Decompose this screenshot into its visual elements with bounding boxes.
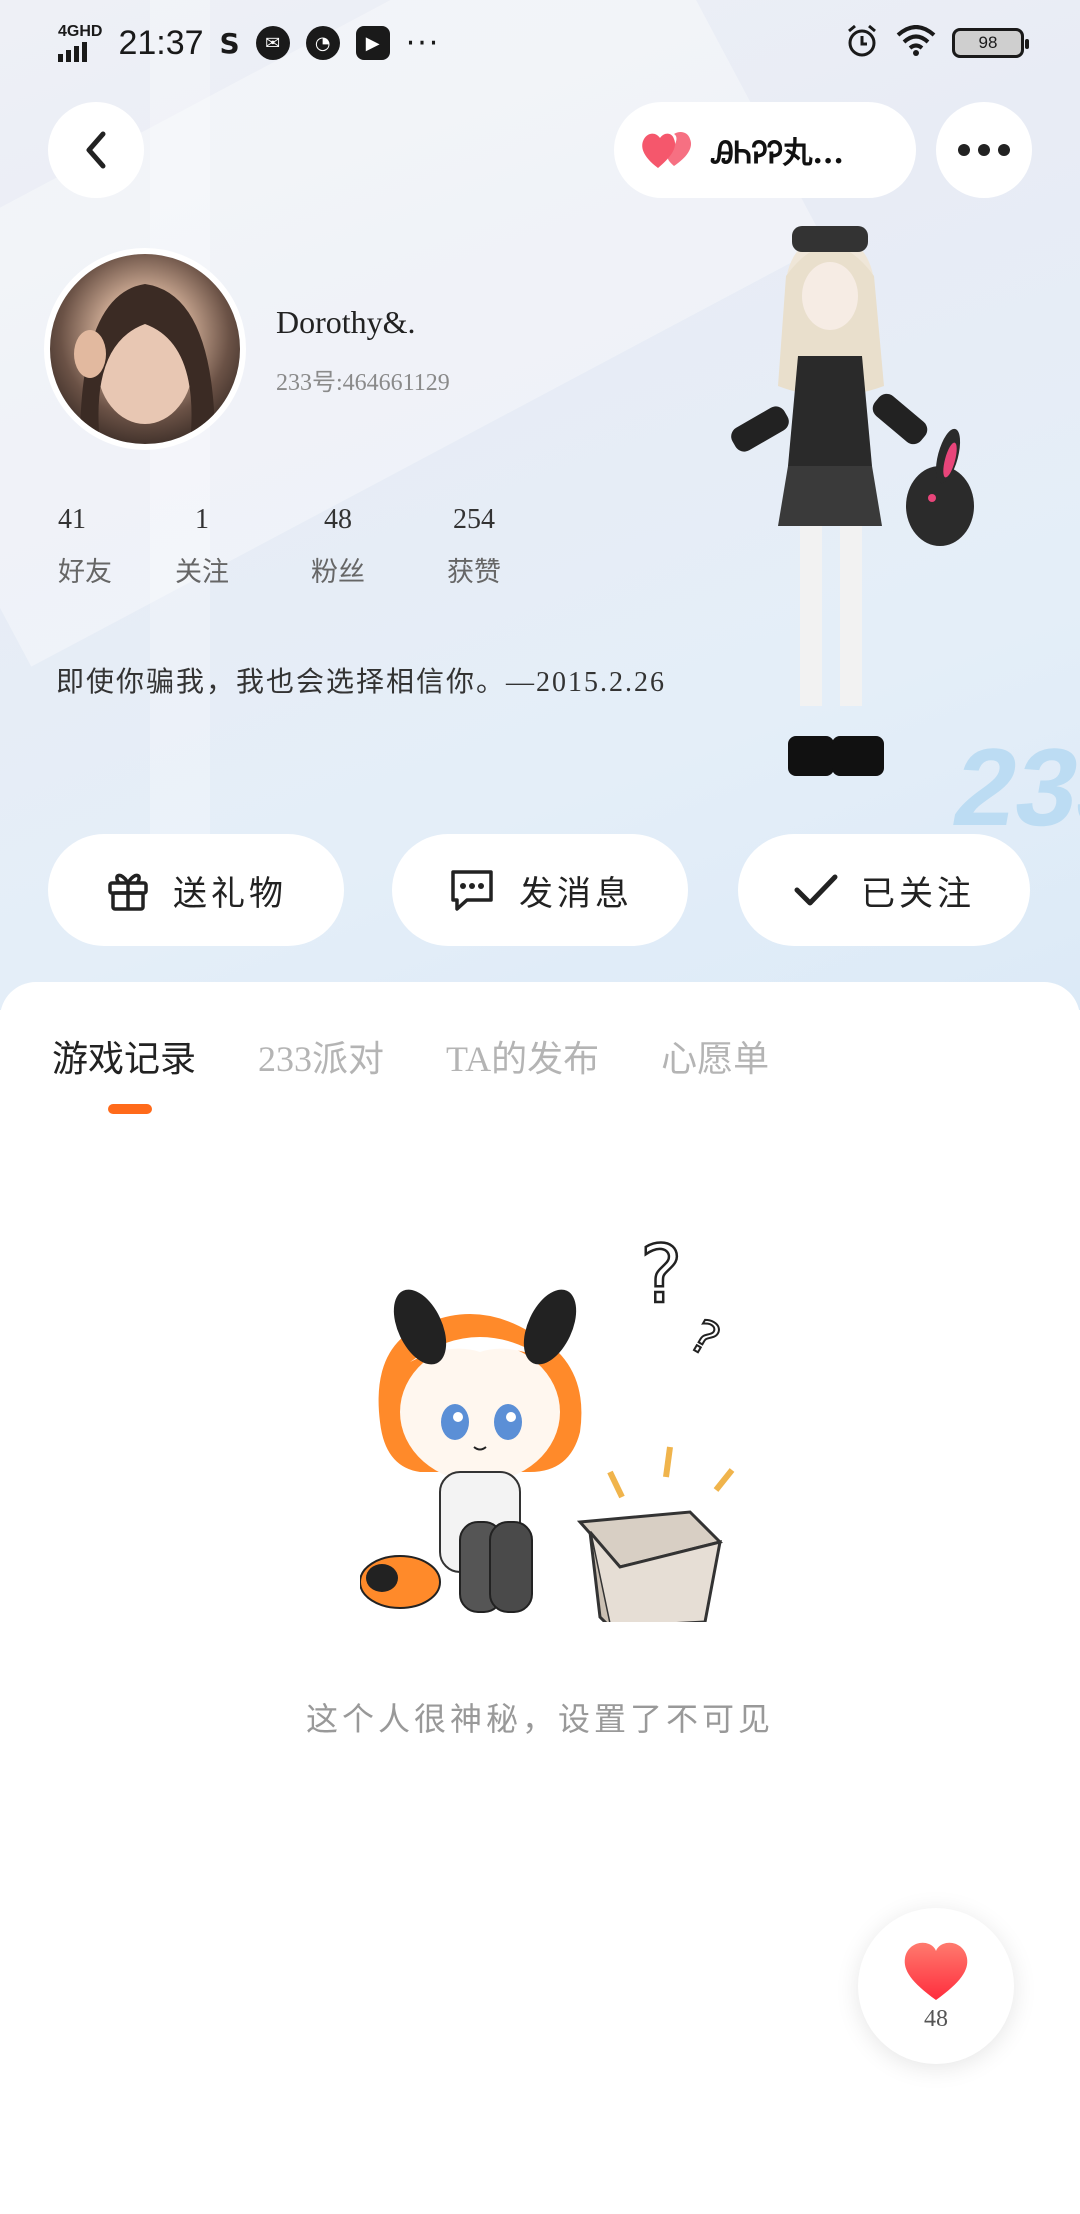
stat-value: 1: [195, 504, 209, 535]
network-type: 4GHD: [58, 23, 103, 40]
active-tab-indicator: [108, 1104, 152, 1114]
followed-button[interactable]: 已关注: [738, 834, 1030, 946]
empty-state-illustration: ? ?: [359, 1222, 760, 1629]
profile-stats: 41 好友 1 关注 48 粉丝 254 获赞: [44, 504, 542, 589]
wechat-icon: ✉: [255, 26, 290, 60]
tab-game-records[interactable]: 游戏记录: [52, 1030, 196, 1082]
like-count: 48: [924, 2005, 948, 2032]
stat-value: 41: [58, 504, 86, 535]
svg-text:?: ?: [681, 1308, 729, 1367]
speed-icon: ◔: [305, 26, 340, 60]
send-gift-label: 送礼物: [173, 875, 287, 913]
double-heart-icon: [642, 131, 692, 168]
stat-label: 获赞: [447, 557, 501, 587]
empty-state-message: 这个人很神秘，设置了不可见: [305, 1701, 774, 1737]
avatar[interactable]: [44, 248, 246, 450]
more-horizontal-icon: [958, 144, 1010, 156]
stat-value: 48: [324, 504, 352, 535]
avatar-3d-figure[interactable]: [700, 216, 1000, 836]
followed-label: 已关注: [861, 875, 975, 913]
stat-friends[interactable]: 41 好友: [44, 504, 134, 589]
battery-indicator: 98: [952, 28, 1029, 58]
stat-label: 关注: [175, 557, 229, 587]
status-bar: 4GHD 21:37 S ✉ ◔ ▶ ··· 98: [0, 0, 1080, 86]
more-options-button[interactable]: [936, 102, 1032, 198]
cellular-signal-icon: 4GHD: [58, 24, 102, 62]
chevron-left-icon: [86, 131, 106, 169]
profile-tabs: 游戏记录 233派对 TA的发布 心愿单: [52, 1030, 831, 1082]
clock: 21:37: [118, 23, 204, 62]
checkmark-icon: [794, 874, 838, 906]
stat-label: 粉丝: [311, 557, 365, 587]
bio-text: 即使你骗我，我也会选择相信你。—2015.2.26: [56, 667, 667, 698]
play-icon: ▶: [355, 26, 390, 60]
cp-name: ᎯᏂᎮᎮ丸...: [712, 136, 844, 171]
send-message-label: 发消息: [519, 875, 633, 913]
user-id: 233号:464661129: [276, 370, 450, 396]
brand-233-decoration: 233: [945, 726, 1080, 849]
stat-likes[interactable]: 254 获赞: [406, 504, 542, 589]
heart-icon: [904, 1942, 968, 2000]
chat-bubble-icon: [451, 870, 493, 911]
tab-ta-posts[interactable]: TA的发布: [446, 1030, 599, 1082]
wifi-icon: [896, 24, 936, 62]
stat-following[interactable]: 1 关注: [134, 504, 270, 589]
back-button[interactable]: [48, 102, 144, 198]
stat-followers[interactable]: 48 粉丝: [270, 504, 406, 589]
tab-wishlist[interactable]: 心愿单: [661, 1030, 769, 1082]
username: Dorothy&.: [276, 304, 416, 340]
cp-relationship-pill[interactable]: ᎯᏂᎮᎮ丸...: [614, 102, 916, 198]
alarm-icon: [844, 23, 880, 64]
gift-icon: [108, 873, 148, 911]
send-message-button[interactable]: 发消息: [392, 834, 688, 946]
tab-233-party[interactable]: 233派对: [258, 1030, 384, 1082]
send-gift-button[interactable]: 送礼物: [48, 834, 344, 946]
stat-label: 好友: [58, 557, 112, 587]
svg-text:?: ?: [640, 1228, 682, 1321]
sim-s-icon: S: [219, 26, 240, 60]
more-notifications-icon: ···: [405, 25, 441, 61]
like-button[interactable]: 48: [858, 1908, 1014, 2064]
stat-value: 254: [453, 504, 495, 535]
